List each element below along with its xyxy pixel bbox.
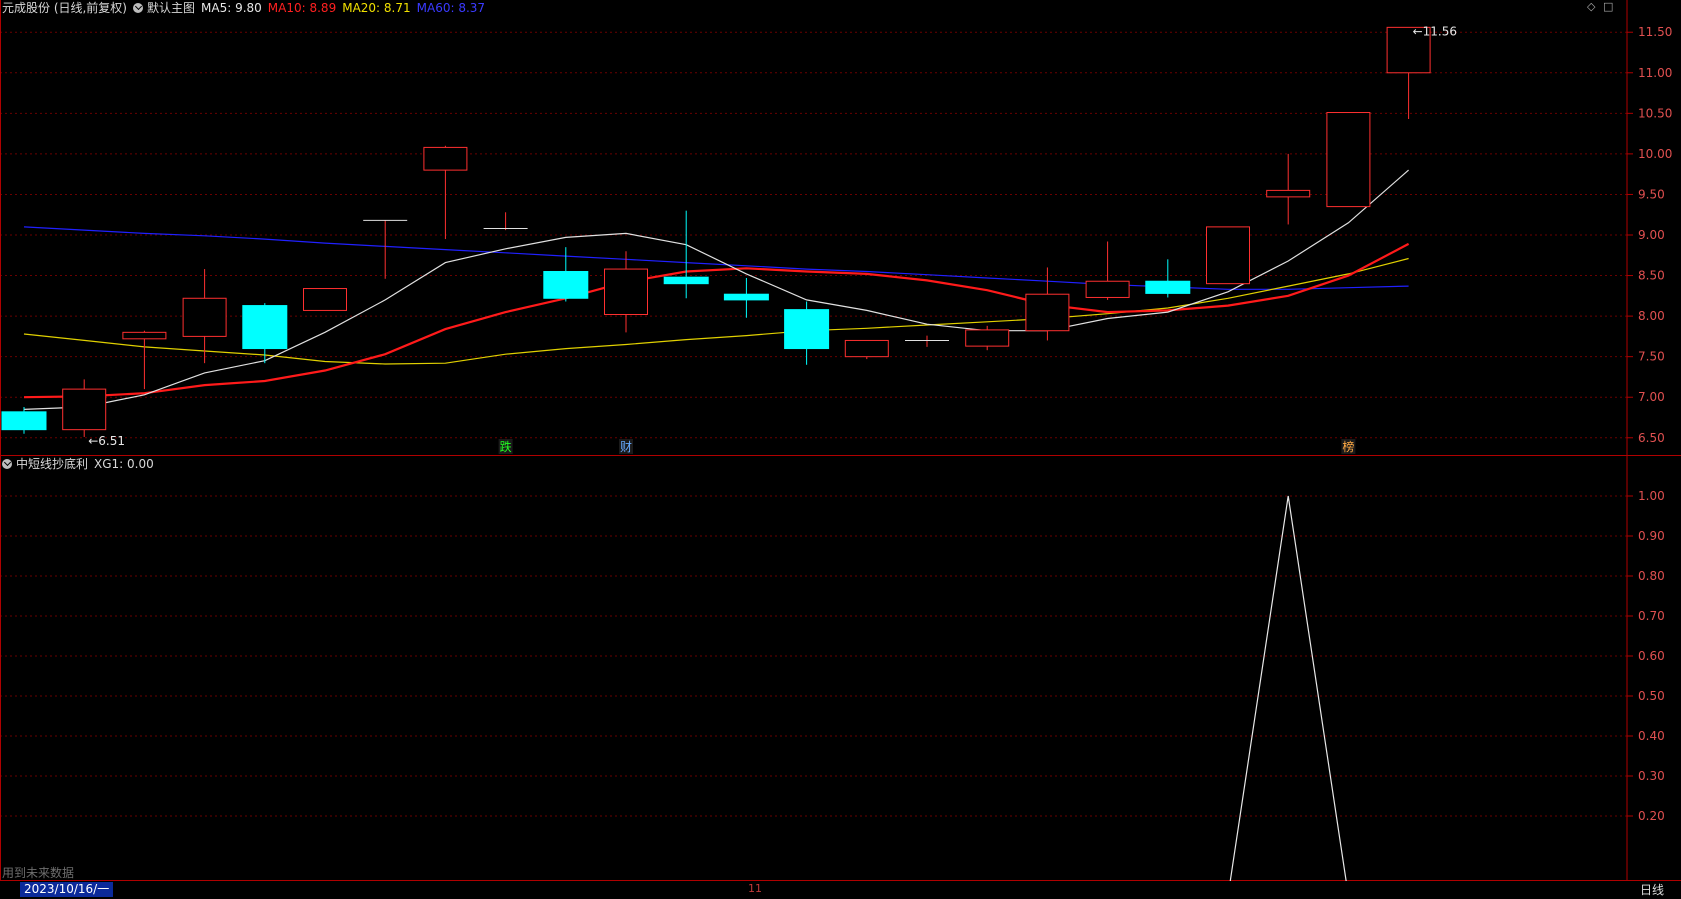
main-tick-label: 8.00: [1638, 309, 1665, 323]
candle: [604, 251, 648, 333]
time-axis-bar: [0, 881, 1681, 899]
candle-body-down: [784, 309, 830, 350]
candle: [363, 219, 408, 279]
candle: [182, 269, 227, 364]
ma-lines: [23, 169, 1410, 410]
candle-body-up: [303, 288, 347, 311]
candle: [423, 145, 468, 240]
ma10-line: [23, 242, 1410, 399]
sub-tick-label: 0.60: [1638, 649, 1665, 663]
axis-labels: 6.50 7.00 7.50 8.00 8.50 9.00 9.50 10.00 10.50 11…: [1638, 25, 1672, 823]
candle: [1085, 241, 1130, 300]
candle: [784, 301, 830, 365]
candle: [303, 288, 347, 311]
candle-body-down: [1, 411, 47, 431]
candle: [663, 210, 709, 299]
main-tick-label: 7.00: [1638, 390, 1665, 404]
candles: [1, 26, 1431, 437]
candle-body-up: [122, 331, 167, 340]
main-tick-label: 11.00: [1638, 66, 1672, 80]
candle-body-up: [1326, 112, 1371, 208]
sub-tick-label: 0.40: [1638, 729, 1665, 743]
candle: [1386, 26, 1431, 120]
candle-body-up: [1266, 189, 1311, 198]
main-tick-label: 9.50: [1638, 187, 1665, 201]
candle-body-down: [1145, 280, 1191, 294]
candle: [1145, 259, 1191, 298]
month-tick: 11: [748, 882, 762, 895]
candle-body-up: [62, 388, 107, 431]
main-tick-label: 8.50: [1638, 269, 1665, 283]
main-tick-label: 10.00: [1638, 147, 1672, 161]
main-tick-label: 9.00: [1638, 228, 1665, 242]
period-button[interactable]: 日线: [1640, 881, 1664, 898]
chart-canvas[interactable]: 6.50 7.00 7.50 8.00 8.50 9.00 9.50 10.00 10.50 11…: [0, 0, 1681, 899]
high-price-label: ←11.56: [1413, 24, 1457, 38]
candle-body-up: [844, 339, 889, 358]
candle: [1206, 226, 1250, 285]
candle-body-down: [242, 305, 288, 350]
candle: [905, 335, 949, 347]
candle-body-up: [965, 329, 1010, 347]
candle-body-up: [604, 268, 648, 315]
candle: [483, 212, 528, 231]
candle: [1326, 112, 1371, 208]
main-tick-label: 7.50: [1638, 350, 1665, 364]
ma60-line: [23, 226, 1409, 290]
event-marker: 榜: [1342, 439, 1354, 454]
candle: [122, 330, 167, 390]
candle: [723, 277, 769, 318]
sub-tick-label: 0.70: [1638, 609, 1665, 623]
main-tick-label: 10.50: [1638, 106, 1672, 120]
future-data-note: 用到未来数据: [2, 866, 75, 880]
candle: [1266, 153, 1311, 225]
event-marker: 跌: [500, 439, 512, 454]
indicator-grid: [0, 495, 1627, 817]
annotations: ←6.51 ←11.56 跌 财 榜: [88, 24, 1457, 454]
candle-body-up: [182, 297, 227, 337]
sub-tick-label: 0.20: [1638, 809, 1665, 823]
candle-body-up: [423, 146, 468, 171]
candle-body-down: [543, 271, 589, 299]
candle: [62, 379, 107, 437]
candle-body-down: [723, 293, 769, 301]
low-price-label: ←6.51: [88, 434, 125, 448]
main-grid: [0, 31, 1627, 439]
candle-body-up: [1025, 293, 1070, 332]
event-marker: 财: [620, 440, 632, 454]
candle: [1025, 267, 1070, 341]
sub-tick-label: 0.50: [1638, 689, 1665, 703]
main-tick-label: 11.50: [1638, 25, 1672, 39]
candle: [965, 325, 1010, 351]
ma20-line: [23, 257, 1409, 365]
sub-tick-label: 0.80: [1638, 569, 1665, 583]
candle-body-up: [1206, 226, 1250, 285]
candle-body-up: [1085, 280, 1130, 298]
candle: [1, 406, 47, 434]
sub-tick-label: 0.90: [1638, 529, 1665, 543]
candle: [844, 339, 889, 360]
sub-tick-label: 0.30: [1638, 769, 1665, 783]
axes: [0, 0, 1681, 899]
main-tick-label: 6.50: [1638, 431, 1665, 445]
sub-tick-label: 1.00: [1638, 489, 1665, 503]
candle-body-down: [663, 276, 709, 285]
cursor-date: 2023/10/16/一: [20, 882, 114, 897]
ma5-line: [23, 169, 1409, 410]
